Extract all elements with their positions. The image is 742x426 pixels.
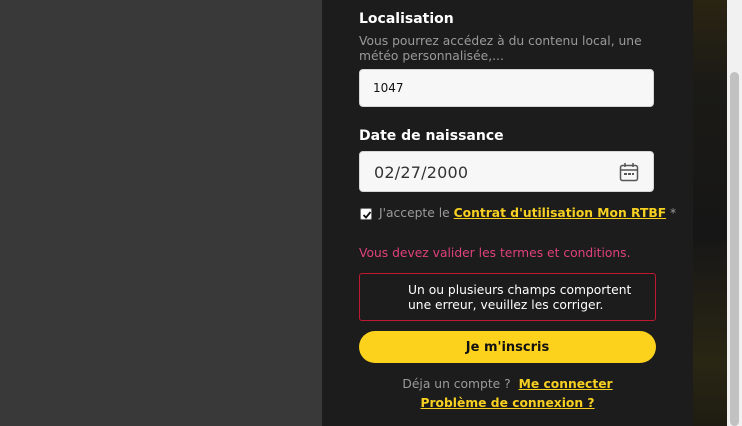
location-help: Vous pourrez accédez à du contenu local,… [359, 34, 642, 63]
terms-checkbox[interactable] [360, 208, 372, 220]
location-title: Localisation [359, 11, 454, 27]
terms-link[interactable]: Contrat d'utilisation Mon RTBF [454, 206, 666, 220]
calendar-icon[interactable] [619, 162, 639, 182]
login-problem-link[interactable]: Problème de connexion ? [322, 396, 693, 410]
birthdate-title: Date de naissance [359, 128, 504, 144]
terms-prefix: J'accepte le [379, 206, 450, 220]
terms-validation-message: Vous devez valider les termes et conditi… [359, 246, 631, 260]
page-backdrop-left [0, 0, 322, 426]
account-line: Déja un compte ? Me connecter [322, 377, 693, 391]
page-backdrop-right [693, 0, 727, 426]
error-alert-text: Un ou plusieurs champs comportent une er… [408, 283, 632, 312]
account-prompt: Déja un compte ? [402, 377, 511, 391]
required-mark: * [670, 206, 677, 220]
error-alert: Un ou plusieurs champs comportent une er… [359, 273, 656, 321]
login-link[interactable]: Me connecter [519, 377, 613, 391]
checkmark-icon [362, 211, 372, 219]
scrollbar[interactable] [727, 0, 742, 426]
signup-panel: Localisation Vous pourrez accédez à du c… [322, 0, 693, 426]
signup-button[interactable]: Je m'inscris [359, 331, 656, 363]
birthdate-value: 02/27/2000 [374, 163, 469, 182]
terms-line: J'accepte le Contrat d'utilisation Mon R… [379, 206, 676, 220]
location-input[interactable] [359, 69, 654, 107]
birthdate-input[interactable]: 02/27/2000 [359, 151, 654, 192]
scrollbar-thumb[interactable] [730, 72, 739, 426]
